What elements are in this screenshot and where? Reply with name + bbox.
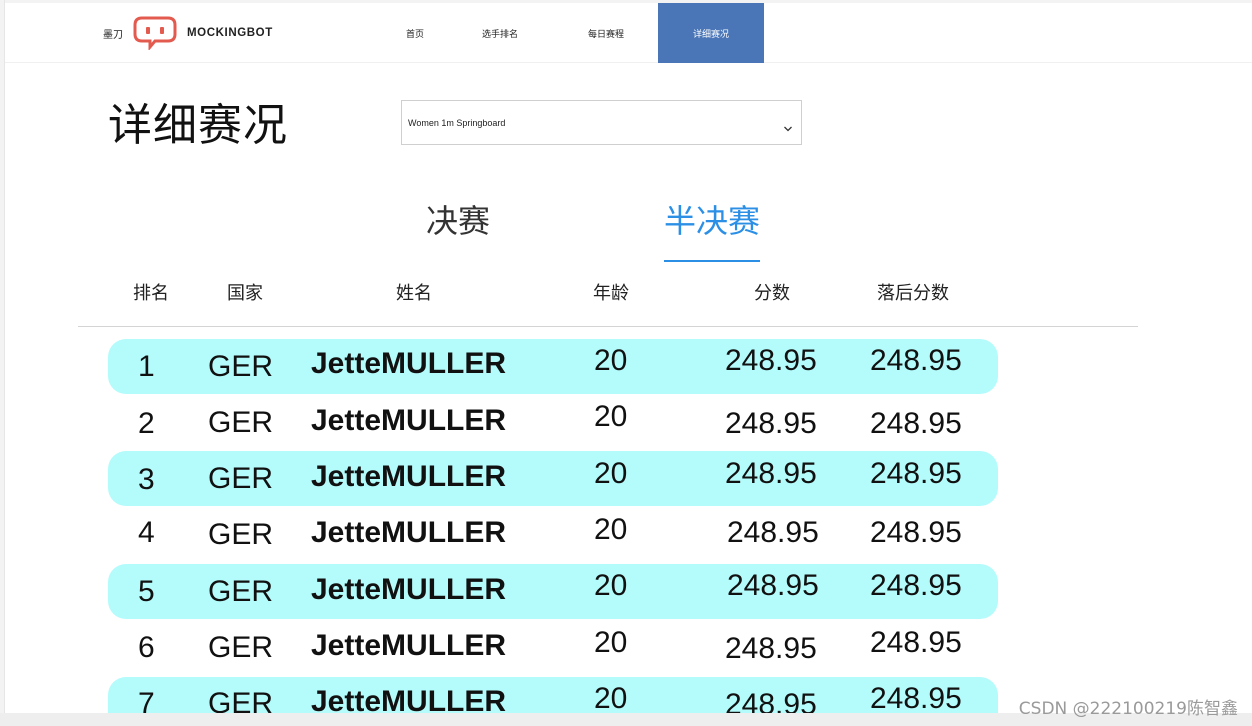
chevron-down-icon	[783, 118, 793, 137]
cell-score: 248.95	[725, 407, 817, 440]
cell-score: 248.95	[725, 457, 817, 490]
cell-rank: 2	[138, 407, 155, 440]
cell-age: 20	[594, 513, 628, 546]
table-row[interactable]: 5 GER JetteMULLER 20 248.95 248.95	[108, 564, 998, 619]
cell-country: GER	[208, 631, 274, 664]
mockingbot-logo-icon	[133, 16, 177, 52]
cell-points-behind: 248.95	[870, 682, 962, 715]
page-title: 详细赛况	[108, 100, 288, 151]
cell-score: 248.95	[725, 344, 817, 377]
cell-name: JetteMULLER	[311, 347, 507, 380]
cell-age: 20	[594, 626, 628, 659]
cell-name: JetteMULLER	[311, 404, 507, 437]
brand-name-en: MOCKINGBOT	[187, 27, 273, 39]
nav-item-daily-schedule[interactable]: 每日赛程	[577, 3, 635, 63]
cell-country: GER	[208, 462, 274, 495]
cell-country: GER	[208, 350, 274, 383]
nav-item-home[interactable]: 首页	[388, 3, 442, 63]
column-header-score: 分数	[754, 283, 790, 304]
tab-final[interactable]: 决赛	[426, 198, 490, 244]
cell-name: JetteMULLER	[311, 629, 507, 662]
nav-item-match-details[interactable]: 详细赛况	[658, 3, 764, 63]
cell-rank: 5	[138, 575, 155, 608]
column-header-points-behind: 落后分数	[877, 283, 949, 304]
cell-age: 20	[594, 400, 628, 433]
event-select[interactable]: Women 1m Springboard	[401, 100, 802, 145]
cell-points-behind: 248.95	[870, 569, 962, 602]
cell-score: 248.95	[727, 516, 819, 549]
cell-points-behind: 248.95	[870, 626, 962, 659]
table-row[interactable]: 2 GER JetteMULLER 20 248.95 248.95	[108, 395, 998, 450]
cell-age: 20	[594, 344, 628, 377]
brand-name-cn: 墨刀	[103, 29, 123, 41]
cell-score: 248.95	[727, 569, 819, 602]
event-select-value: Women 1m Springboard	[408, 117, 506, 128]
cell-rank: 4	[138, 516, 155, 549]
cell-name: JetteMULLER	[311, 460, 507, 493]
cell-rank: 1	[138, 350, 155, 383]
column-header-country: 国家	[227, 283, 263, 304]
active-tab-indicator	[664, 260, 760, 262]
watermark: CSDN @222100219陈智鑫	[1018, 699, 1238, 719]
column-header-age: 年龄	[593, 283, 629, 304]
cell-points-behind: 248.95	[870, 516, 962, 549]
column-header-rank: 排名	[133, 283, 169, 304]
tab-semifinal[interactable]: 半决赛	[664, 198, 760, 244]
column-header-name: 姓名	[396, 283, 432, 304]
cell-points-behind: 248.95	[870, 407, 962, 440]
cell-country: GER	[208, 518, 274, 551]
cell-age: 20	[594, 682, 628, 715]
brand[interactable]: 墨刀 MOCKINGBOT	[103, 16, 273, 52]
cell-rank: 3	[138, 463, 155, 496]
table-row[interactable]: 4 GER JetteMULLER 20 248.95 248.95	[108, 507, 998, 562]
table-row[interactable]: 6 GER JetteMULLER 20 248.95 248.95	[108, 620, 998, 675]
cell-rank: 6	[138, 631, 155, 664]
header-divider	[78, 326, 1138, 327]
table-row[interactable]: 1 GER JetteMULLER 20 248.95 248.95	[108, 339, 998, 394]
cell-name: JetteMULLER	[311, 516, 507, 549]
window-left-edge	[0, 0, 5, 726]
cell-age: 20	[594, 457, 628, 490]
cell-points-behind: 248.95	[870, 457, 962, 490]
cell-age: 20	[594, 569, 628, 602]
table-row[interactable]: 3 GER JetteMULLER 20 248.95 248.95	[108, 451, 998, 506]
cell-country: GER	[208, 575, 274, 608]
nav-item-player-ranking[interactable]: 选手排名	[471, 3, 529, 63]
cell-name: JetteMULLER	[311, 573, 507, 606]
top-navbar: 墨刀 MOCKINGBOT 首页 选手排名 每日赛程 详细赛况	[5, 3, 1252, 63]
cell-points-behind: 248.95	[870, 344, 962, 377]
cell-country: GER	[208, 406, 274, 439]
cell-score: 248.95	[725, 632, 817, 665]
